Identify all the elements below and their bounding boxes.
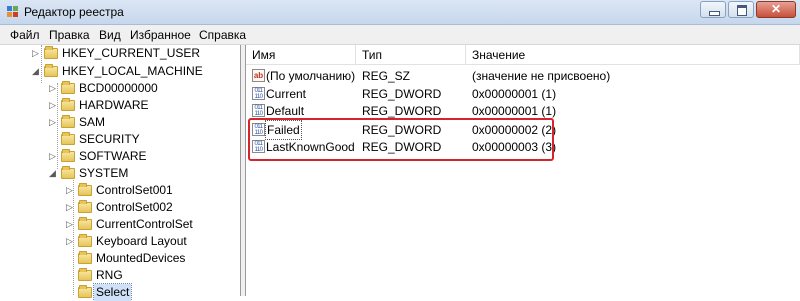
tree-node-label: SECURITY <box>79 132 140 146</box>
expand-arrow-icon[interactable]: ▷ <box>66 233 76 250</box>
folder-open-icon <box>44 64 58 77</box>
column-header-name[interactable]: Имя <box>246 45 356 65</box>
menu-favorites[interactable]: Избранное <box>130 28 191 42</box>
menu-help[interactable]: Справка <box>199 28 246 42</box>
minimize-button[interactable] <box>700 1 726 18</box>
tree-node-label: ControlSet001 <box>96 183 173 197</box>
value-row[interactable]: 011 110 Current REG_DWORD 0x00000001 (1) <box>246 85 800 103</box>
close-button[interactable]: ✕ <box>756 1 796 18</box>
expand-arrow-icon[interactable]: ▷ <box>49 148 59 165</box>
folder-icon <box>61 81 75 94</box>
folder-icon <box>78 200 92 213</box>
folder-open-icon <box>78 285 92 298</box>
expand-arrow-icon[interactable]: ▷ <box>66 199 76 216</box>
value-type: REG_SZ <box>362 69 411 83</box>
expand-arrow-icon[interactable]: ▷ <box>66 216 76 233</box>
expand-arrow-icon[interactable]: ▷ <box>49 80 59 97</box>
tree-node-label: SAM <box>79 115 106 129</box>
menu-view[interactable]: Вид <box>99 28 121 42</box>
folder-icon <box>61 149 75 162</box>
tree-node-label: Keyboard Layout <box>96 234 187 248</box>
maximize-button[interactable] <box>728 1 754 18</box>
expand-arrow-icon[interactable]: ▷ <box>66 182 76 199</box>
menu-file[interactable]: Файл <box>10 28 40 42</box>
dword-value-icon: 011 110 <box>252 104 265 117</box>
string-value-icon: ab <box>252 69 265 82</box>
value-row[interactable]: ab (По умолчанию) REG_SZ (значение не пр… <box>246 67 800 85</box>
value-name: (По умолчанию) <box>266 69 356 83</box>
expand-arrow-icon[interactable]: ▷ <box>49 114 59 131</box>
tree-node-label: HKEY_LOCAL_MACHINE <box>62 64 203 78</box>
window-title: Редактор реестра <box>24 5 124 19</box>
highlight-annotation <box>248 118 554 161</box>
tree-node-label: HKEY_CURRENT_USER <box>62 46 201 60</box>
folder-icon <box>78 268 92 281</box>
folder-icon <box>61 98 75 111</box>
value-name: Current <box>266 87 307 101</box>
expand-arrow-icon[interactable]: ▷ <box>49 97 59 114</box>
folder-icon <box>61 132 75 145</box>
tree-node-label: BCD00000000 <box>79 81 158 95</box>
folder-icon <box>61 115 75 128</box>
tree-node-label: ControlSet002 <box>96 200 173 214</box>
key-tree[interactable]: ▷ HKEY_CURRENT_USER ◢ HKEY_LOCAL_MACHINE… <box>0 45 241 301</box>
column-header-type[interactable]: Тип <box>356 45 466 65</box>
values-list[interactable]: Имя Тип Значение ab (По умолчанию) REG_S… <box>246 45 800 296</box>
value-data: (значение не присвоено) <box>472 69 611 83</box>
maximize-icon <box>737 5 747 16</box>
tree-node-label: HARDWARE <box>79 98 149 112</box>
menu-edit[interactable]: Правка <box>49 28 90 42</box>
title-bar: Редактор реестра ✕ <box>0 0 800 25</box>
folder-icon <box>78 234 92 247</box>
collapse-arrow-icon[interactable]: ◢ <box>32 63 42 80</box>
minimize-icon <box>709 11 720 16</box>
folder-icon <box>78 251 92 264</box>
column-header-data[interactable]: Значение <box>466 45 800 65</box>
tree-node-label: SYSTEM <box>79 166 129 180</box>
tree-node-label: Select <box>92 283 133 301</box>
close-icon: ✕ <box>770 2 782 16</box>
collapse-arrow-icon[interactable]: ◢ <box>49 165 59 182</box>
folder-open-icon <box>61 166 75 179</box>
expand-arrow-icon[interactable]: ▷ <box>32 45 42 62</box>
tree-node-label: SOFTWARE <box>79 149 147 163</box>
folder-icon <box>78 217 92 230</box>
menu-bar: Файл Правка Вид Избранное Справка <box>0 25 800 45</box>
folder-icon <box>78 183 92 196</box>
registry-editor-icon <box>7 6 18 17</box>
folder-icon <box>44 46 58 59</box>
tree-node-label: RNG <box>96 268 123 282</box>
value-type: REG_DWORD <box>362 87 442 101</box>
tree-node-label: CurrentControlSet <box>96 217 193 231</box>
value-data: 0x00000001 (1) <box>472 87 557 101</box>
tree-node-label: MountedDevices <box>96 251 186 265</box>
dword-value-icon: 011 110 <box>252 87 265 100</box>
